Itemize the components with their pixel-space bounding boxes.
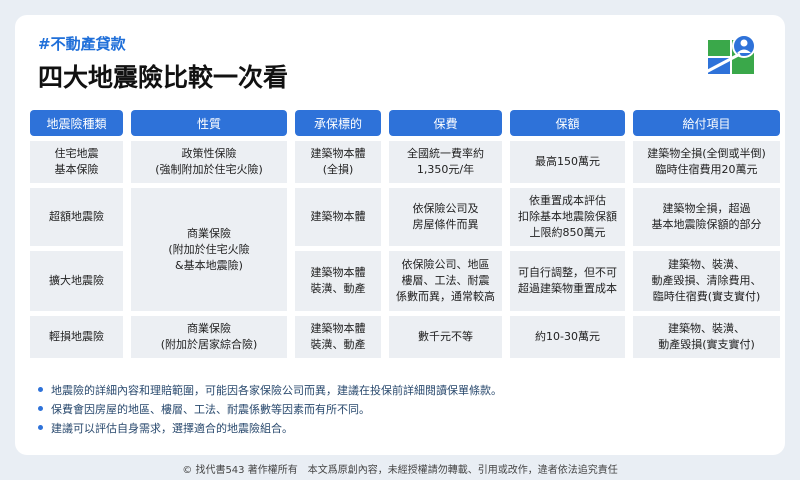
note-text: 建議可以評估自身需求，選擇適合的地震險組合。	[51, 421, 293, 435]
note-item: 建議可以評估自身需求，選擇適合的地震險組合。	[38, 418, 502, 437]
bullet-icon	[38, 387, 43, 392]
header-subject: 承保標的	[295, 110, 381, 136]
cell-premium: 全國統一費率約 1,350元/年	[389, 141, 502, 183]
bullet-icon	[38, 425, 43, 430]
cell-coverage: 約10-30萬元	[510, 316, 625, 358]
comparison-table: 地震險種類 性質 承保標的 保費 保額 給付項目 住宅地震 基本保險 政策性保險…	[30, 110, 780, 358]
cell-type: 超額地震險	[30, 188, 123, 246]
page-title: 四大地震險比較一次看	[38, 63, 289, 92]
cell-nature: 政策性保險 (強制附加於住宅火險)	[131, 141, 287, 183]
cell-payout: 建築物全損，超過 基本地震險保額的部分	[633, 188, 780, 246]
note-text: 保費會因房屋的地區、樓層、工法、耐震係數等因素而有所不同。	[51, 402, 370, 416]
notes-list: 地震險的詳細內容和理賠範圍，可能因各家保險公司而異，建議在投保前詳細閱讀保單條款…	[38, 380, 502, 437]
cell-payout: 建築物全損(全倒或半倒) 臨時住宿費用20萬元	[633, 141, 780, 183]
bullet-icon	[38, 406, 43, 411]
header-payout: 給付項目	[633, 110, 780, 136]
house-agent-logo-icon	[705, 34, 756, 74]
category-tag[interactable]: #不動產貸款	[38, 33, 126, 54]
cell-premium: 依保險公司、地區 樓層、工法、耐震 係數而異，通常較高	[389, 251, 502, 311]
header-type: 地震險種類	[30, 110, 123, 136]
header-coverage: 保額	[510, 110, 625, 136]
cell-coverage: 可自行調整，但不可 超過建築物重置成本	[510, 251, 625, 311]
cell-type: 住宅地震 基本保險	[30, 141, 123, 183]
cell-subject: 建築物本體	[295, 188, 381, 246]
cell-subject: 建築物本體 裝潢、動產	[295, 251, 381, 311]
cell-type: 擴大地震險	[30, 251, 123, 311]
cell-subject: 建築物本體 (全損)	[295, 141, 381, 183]
copyright-footer: © 找代書543 著作權所有 本文爲原創內容，未經授權請勿轉載、引用或改作，違者…	[182, 465, 618, 476]
cell-premium: 依保險公司及 房屋條件而異	[389, 188, 502, 246]
cell-coverage: 最高150萬元	[510, 141, 625, 183]
note-item: 保費會因房屋的地區、樓層、工法、耐震係數等因素而有所不同。	[38, 399, 502, 418]
cell-nature-merged: 商業保險 (附加於住宅火險 &基本地震險)	[131, 188, 287, 311]
cell-payout: 建築物、裝潢、 動產毀損(實支實付)	[633, 316, 780, 358]
cell-subject: 建築物本體 裝潢、動產	[295, 316, 381, 358]
note-text: 地震險的詳細內容和理賠範圍，可能因各家保險公司而異，建議在投保前詳細閱讀保單條款…	[51, 383, 502, 397]
cell-coverage: 依重置成本評估 扣除基本地震險保額 上限約850萬元	[510, 188, 625, 246]
cell-type: 輕損地震險	[30, 316, 123, 358]
cell-payout: 建築物、裝潢、 動產毀損、清除費用、 臨時住宿費(實支實付)	[633, 251, 780, 311]
cell-nature: 商業保險 (附加於居家綜合險)	[131, 316, 287, 358]
cell-premium: 數千元不等	[389, 316, 502, 358]
header-premium: 保費	[389, 110, 502, 136]
note-item: 地震險的詳細內容和理賠範圍，可能因各家保險公司而異，建議在投保前詳細閱讀保單條款…	[38, 380, 502, 399]
header-nature: 性質	[131, 110, 287, 136]
